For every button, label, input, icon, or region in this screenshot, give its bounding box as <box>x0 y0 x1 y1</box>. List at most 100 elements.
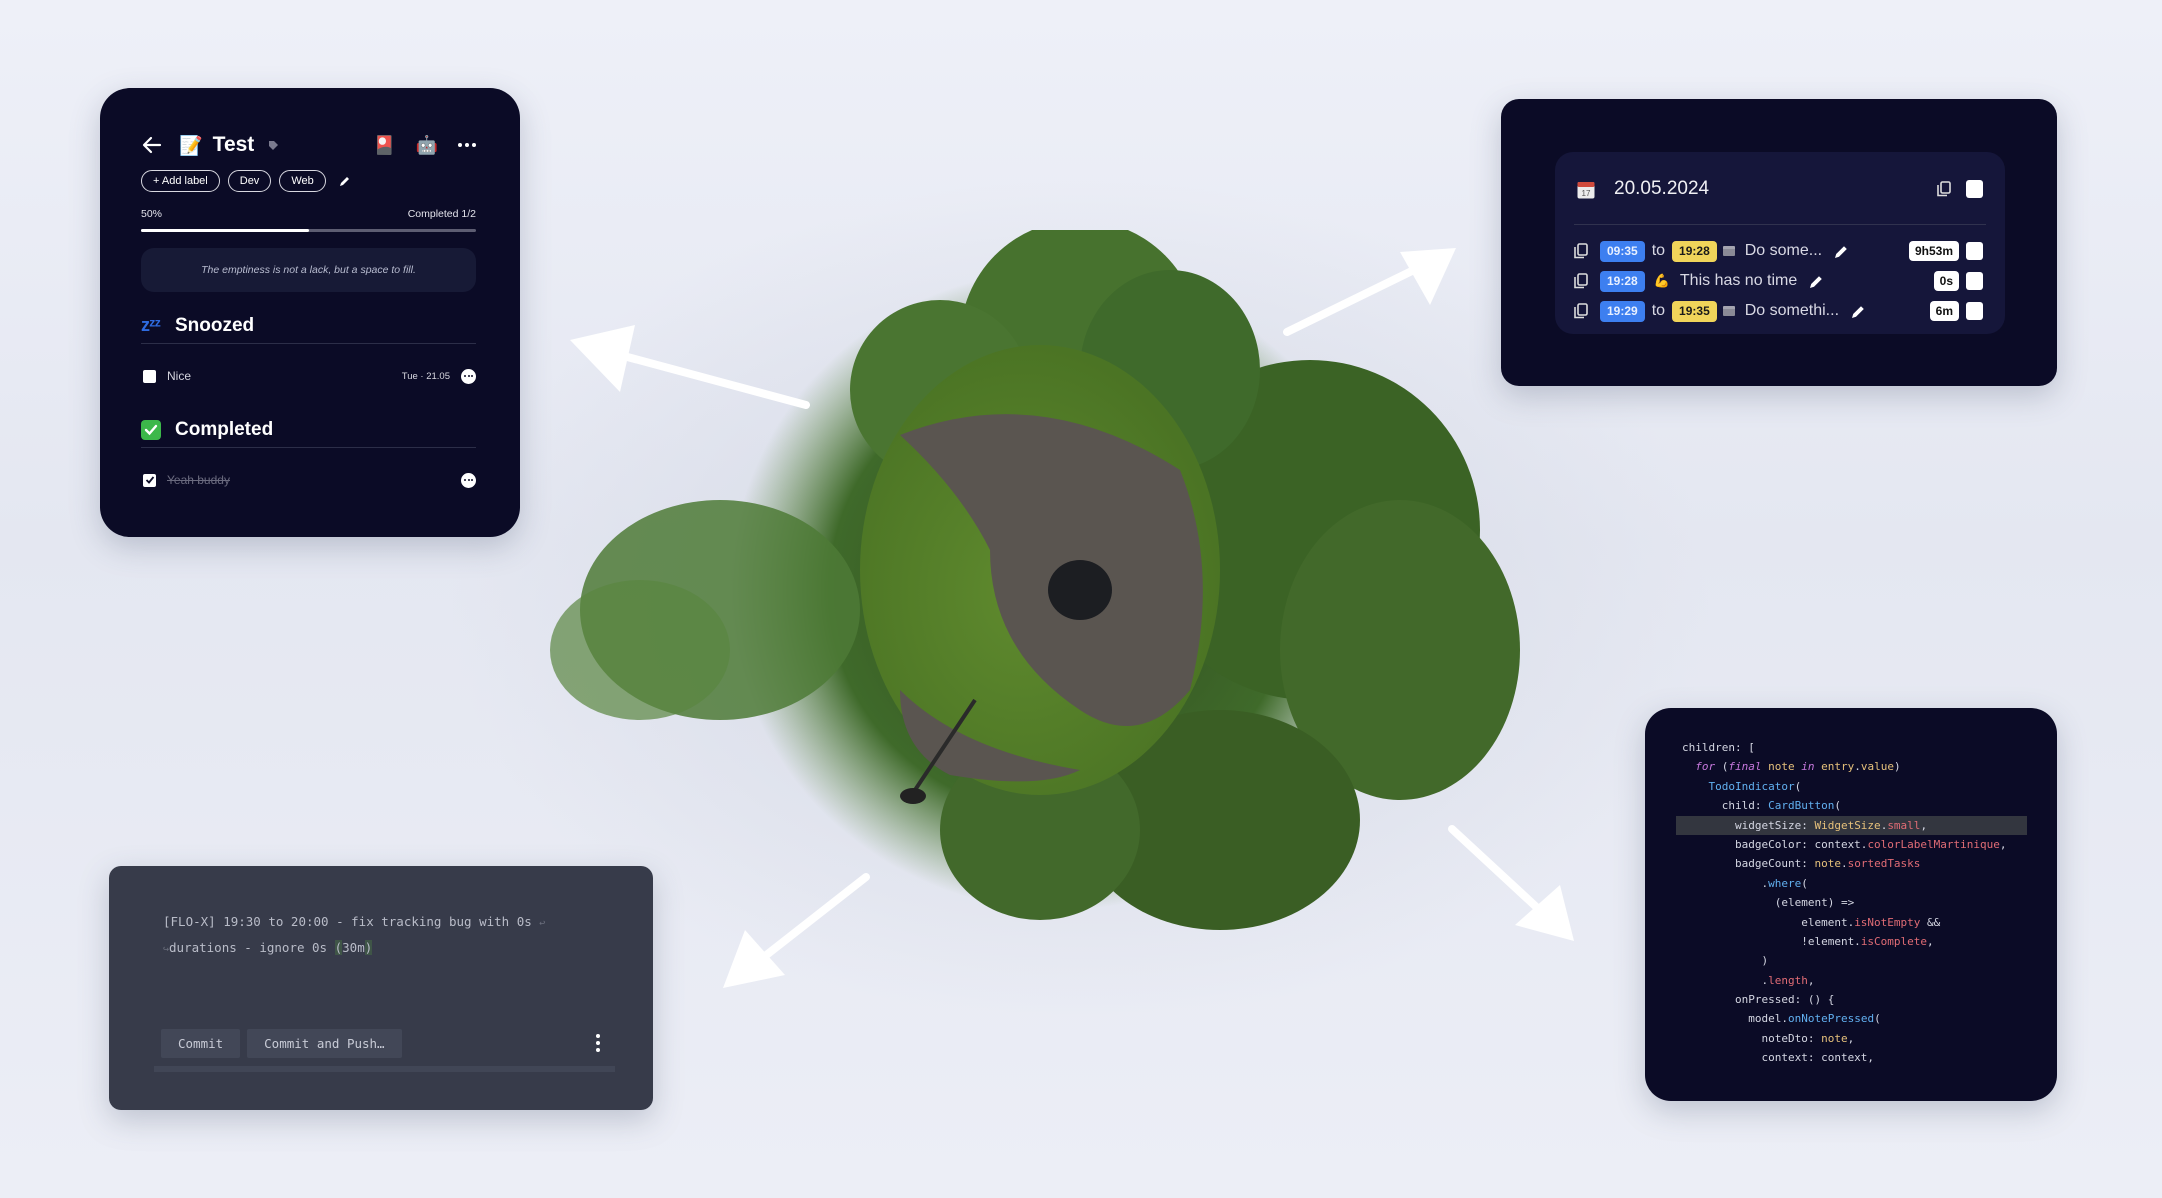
code-token: . <box>1854 760 1861 774</box>
copy-icon[interactable] <box>1574 273 1588 289</box>
code-token: noteDto: <box>1682 1031 1822 1045</box>
task-checkbox-checked[interactable] <box>143 473 156 487</box>
code-token: badgeColor: context. <box>1682 837 1868 851</box>
code-token: WidgetSize <box>1814 818 1881 832</box>
code-token: && <box>1920 915 1941 929</box>
task-more-icon[interactable] <box>461 368 476 384</box>
card-index-icon <box>1722 306 1735 316</box>
code-token: where <box>1768 876 1802 890</box>
code-token: ( <box>1715 760 1729 774</box>
code-token: note <box>1814 857 1841 871</box>
time-tracker-panel: 17 20.05.2024 09:35 to 19:28 Do some... … <box>1501 99 2057 386</box>
code-token: (element) => <box>1682 896 1855 910</box>
playing-cards-icon[interactable]: 🎴 <box>373 135 395 156</box>
code-line: child: CardButton( <box>1682 796 2057 815</box>
code-token: small <box>1887 818 1921 832</box>
commit-message-input[interactable]: [FLO-X] 19:30 to 20:00 - fix tracking bu… <box>163 910 623 962</box>
edit-pencil-icon[interactable] <box>1809 274 1824 289</box>
task-item[interactable]: Yeah buddy <box>141 470 476 490</box>
code-line: badgeCount: note.sortedTasks <box>1682 854 2057 873</box>
code-token: CardButton <box>1768 799 1835 813</box>
code-token: in <box>1801 760 1815 774</box>
task-name: Nice <box>167 369 192 383</box>
task-item[interactable]: Nice Tue · 21.05 <box>141 366 476 386</box>
code-token: . <box>1682 973 1769 987</box>
task-more-icon[interactable] <box>461 472 476 488</box>
start-time[interactable]: 19:29 <box>1600 300 1645 322</box>
code-line: .where( <box>1682 874 2057 893</box>
time-entry-row[interactable]: 09:35 to 19:28 Do some... 9h53m <box>1574 240 1983 262</box>
edit-labels-pencil-icon[interactable] <box>339 175 351 187</box>
section-completed: Completed <box>141 418 476 448</box>
day-card: 17 20.05.2024 09:35 to 19:28 Do some... … <box>1555 152 2005 334</box>
more-vertical-icon[interactable] <box>596 1034 600 1052</box>
task-checkbox[interactable] <box>143 369 156 383</box>
copy-icon[interactable] <box>1574 303 1588 319</box>
section-title: Completed <box>175 418 274 440</box>
code-token: ( <box>1834 799 1841 813</box>
add-label-button[interactable]: + Add label <box>141 170 220 192</box>
task-name: Yeah buddy <box>167 473 230 487</box>
label-chip-dev[interactable]: Dev <box>227 170 272 192</box>
code-line: ) <box>1682 951 2057 970</box>
code-token: length <box>1768 973 1808 987</box>
code-token: note <box>1821 1031 1848 1045</box>
tag-icon[interactable] <box>268 140 279 151</box>
code-token: isComplete <box>1860 934 1928 948</box>
code-line: TodoIndicator( <box>1682 777 2057 796</box>
code-line: !element.isComplete, <box>1682 932 2057 951</box>
label-chip-web[interactable]: Web <box>279 170 326 192</box>
start-time[interactable]: 09:35 <box>1600 240 1645 262</box>
commit-actions: Commit Commit and Push… <box>161 1029 402 1058</box>
edit-pencil-icon[interactable] <box>1834 244 1849 259</box>
day-header: 17 20.05.2024 <box>1577 174 1983 204</box>
entry-checkbox[interactable] <box>1966 302 1983 320</box>
code-token: final <box>1728 760 1762 774</box>
empty-state-quote: The emptiness is not a lack, but a space… <box>141 248 476 292</box>
person <box>1048 560 1112 620</box>
entry-checkbox[interactable] <box>1966 272 1983 290</box>
back-arrow-icon[interactable] <box>141 134 163 156</box>
code-token: widgetSize: <box>1682 818 1815 832</box>
code-token: , <box>1807 973 1815 987</box>
entry-description: Do somethi... <box>1744 302 1840 319</box>
copy-icon[interactable] <box>1937 181 1951 197</box>
robot-icon[interactable]: 🤖 <box>416 135 438 156</box>
code-token: , <box>1847 1031 1855 1045</box>
edit-pencil-icon[interactable] <box>1851 304 1866 319</box>
svg-text:17: 17 <box>1582 189 1591 198</box>
code-token: child: <box>1682 799 1769 813</box>
entry-description: This has no time <box>1679 272 1798 289</box>
time-entry-row[interactable]: 19:28 💪 This has no time 0s <box>1574 270 1983 292</box>
entry-checkbox[interactable] <box>1966 242 1983 260</box>
start-time[interactable]: 19:28 <box>1600 270 1645 292</box>
note-title[interactable]: Test <box>213 133 255 157</box>
code-token: , <box>1920 818 1928 832</box>
code-token: children: [ <box>1682 741 1755 754</box>
copy-icon[interactable] <box>1574 243 1588 259</box>
code-token: isNotEmpty <box>1854 915 1921 929</box>
day-checkbox[interactable] <box>1966 180 1983 198</box>
progress-bar-fill <box>141 229 309 232</box>
progress-bar <box>141 229 476 232</box>
progress-strip <box>154 1066 615 1072</box>
time-entry-row[interactable]: 19:29 to 19:35 Do somethi... 6m <box>1574 300 1983 322</box>
code-line: element.isNotEmpty && <box>1682 913 2057 932</box>
duration-badge: 9h53m <box>1908 241 1959 261</box>
more-options-icon[interactable] <box>458 143 476 147</box>
flexed-biceps-icon: 💪 <box>1653 273 1670 288</box>
commit-and-push-button[interactable]: Commit and Push… <box>247 1029 402 1058</box>
commit-button[interactable]: Commit <box>161 1029 241 1058</box>
end-time[interactable]: 19:35 <box>1672 300 1717 322</box>
end-time[interactable]: 19:28 <box>1672 240 1717 262</box>
card-index-icon <box>1722 246 1735 256</box>
code-token: ( <box>1874 1012 1881 1026</box>
commit-message-line-1: [FLO-X] 19:30 to 20:00 - fix tracking bu… <box>163 914 532 929</box>
commit-message-line-2: durations - ignore 0s <box>169 940 335 955</box>
code-token: value <box>1860 760 1894 774</box>
bracket-match: ) <box>364 940 373 955</box>
zzz-icon: zᶻᶻ <box>141 315 161 335</box>
code-line: onPressed: () { <box>1682 990 2057 1009</box>
